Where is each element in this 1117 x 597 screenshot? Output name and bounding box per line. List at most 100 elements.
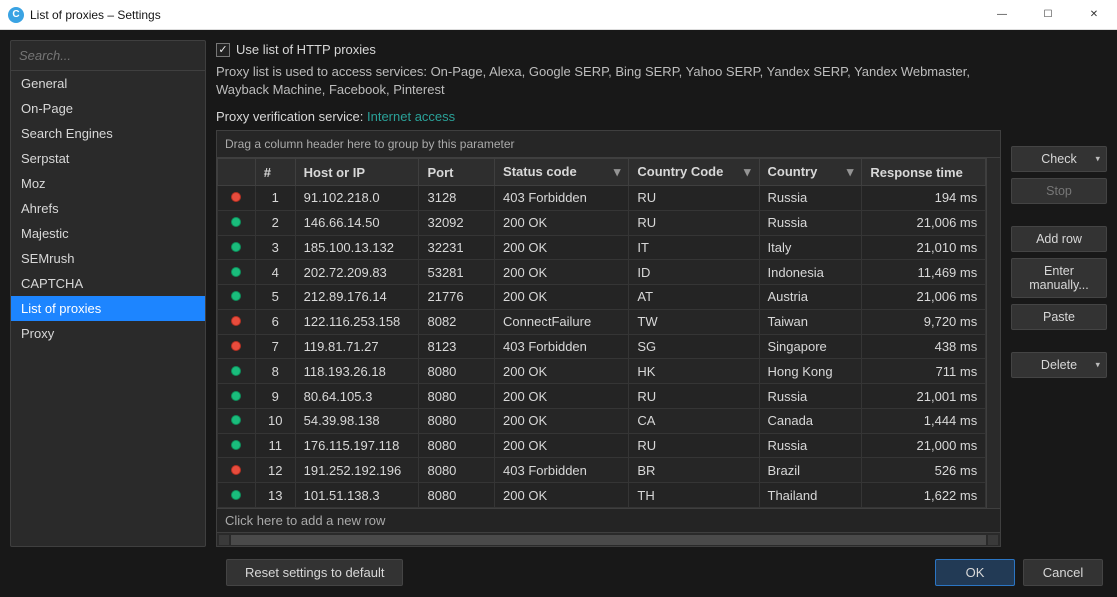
table-row[interactable]: 6122.116.253.1588082ConnectFailureTWTaiw… <box>218 309 986 334</box>
col-country-code[interactable]: Country Code▾ <box>629 159 759 186</box>
col-status-code[interactable]: Status code▾ <box>495 159 629 186</box>
cell-response-time: 21,000 ms <box>862 433 986 458</box>
col-status-dot[interactable] <box>218 159 256 186</box>
col-port[interactable]: Port <box>419 159 495 186</box>
cell-country-code: AT <box>629 285 759 310</box>
cell-status: 200 OK <box>495 235 629 260</box>
settings-sidebar: GeneralOn-PageSearch EnginesSerpstatMozA… <box>10 40 206 547</box>
status-dot-icon <box>231 192 241 202</box>
col-response-time[interactable]: Response time <box>862 159 986 186</box>
cell-country-code: RU <box>629 384 759 409</box>
col-country[interactable]: Country▾ <box>759 159 862 186</box>
search-input[interactable] <box>19 45 197 66</box>
close-button[interactable]: ✕ <box>1071 0 1117 30</box>
status-dot-icon <box>231 291 241 301</box>
cell-port: 8123 <box>419 334 495 359</box>
verify-service-link[interactable]: Internet access <box>367 109 455 124</box>
delete-button[interactable]: Delete▾ <box>1011 352 1107 378</box>
cell-port: 32092 <box>419 210 495 235</box>
sidebar-item-semrush[interactable]: SEMrush <box>11 246 205 271</box>
cell-country-code: TH <box>629 483 759 508</box>
sidebar-item-ahrefs[interactable]: Ahrefs <box>11 196 205 221</box>
horizontal-scrollbar[interactable] <box>217 532 1000 546</box>
maximize-button[interactable]: ☐ <box>1025 0 1071 30</box>
cancel-button[interactable]: Cancel <box>1023 559 1103 586</box>
cell-response-time: 1,444 ms <box>862 408 986 433</box>
group-by-bar[interactable]: Drag a column header here to group by th… <box>217 131 1000 158</box>
cell-index: 11 <box>255 433 295 458</box>
cell-country-code: CA <box>629 408 759 433</box>
cell-port: 8082 <box>419 309 495 334</box>
use-proxy-list-checkbox[interactable]: ✓ <box>216 43 230 57</box>
table-row[interactable]: 980.64.105.38080200 OKRURussia21,001 ms <box>218 384 986 409</box>
add-row-button[interactable]: Add row <box>1011 226 1107 252</box>
ok-button[interactable]: OK <box>935 559 1015 586</box>
status-dot-icon <box>231 341 241 351</box>
enter-manually-button[interactable]: Enter manually... <box>1011 258 1107 298</box>
table-row[interactable]: 8118.193.26.188080200 OKHKHong Kong711 m… <box>218 359 986 384</box>
window-title: List of proxies – Settings <box>30 8 161 22</box>
cell-country-code: ID <box>629 260 759 285</box>
add-row-inline[interactable]: Click here to add a new row <box>217 508 1000 532</box>
chevron-down-icon: ▾ <box>1095 154 1100 165</box>
sidebar-item-list-of-proxies[interactable]: List of proxies <box>11 296 205 321</box>
table-row[interactable]: 13101.51.138.38080200 OKTHThailand1,622 … <box>218 483 986 508</box>
cell-country: Canada <box>759 408 862 433</box>
cell-port: 8080 <box>419 408 495 433</box>
col-host[interactable]: Host or IP <box>295 159 419 186</box>
table-row[interactable]: 3185.100.13.13232231200 OKITItaly21,010 … <box>218 235 986 260</box>
cell-status: 200 OK <box>495 260 629 285</box>
table-row[interactable]: 4202.72.209.8353281200 OKIDIndonesia11,4… <box>218 260 986 285</box>
sidebar-item-search-engines[interactable]: Search Engines <box>11 121 205 146</box>
status-dot-icon <box>231 217 241 227</box>
sidebar-search[interactable] <box>11 41 205 71</box>
sidebar-item-majestic[interactable]: Majestic <box>11 221 205 246</box>
cell-status: 200 OK <box>495 285 629 310</box>
col-index[interactable]: # <box>255 159 295 186</box>
sidebar-item-general[interactable]: General <box>11 71 205 96</box>
cell-response-time: 11,469 ms <box>862 260 986 285</box>
cell-port: 8080 <box>419 359 495 384</box>
status-dot-icon <box>231 366 241 376</box>
status-dot-icon <box>231 465 241 475</box>
filter-icon[interactable]: ▾ <box>744 164 751 180</box>
table-row[interactable]: 5212.89.176.1421776200 OKATAustria21,006… <box>218 285 986 310</box>
filter-icon[interactable]: ▾ <box>614 164 621 180</box>
cell-status: 200 OK <box>495 433 629 458</box>
vertical-scrollbar[interactable] <box>986 158 1000 508</box>
dialog-footer: Reset settings to default OK Cancel <box>0 557 1117 597</box>
cell-host: 54.39.98.138 <box>295 408 419 433</box>
cell-country: Brazil <box>759 458 862 483</box>
cell-host: 212.89.176.14 <box>295 285 419 310</box>
cell-index: 2 <box>255 210 295 235</box>
cell-status: 200 OK <box>495 359 629 384</box>
table-row[interactable]: 191.102.218.03128403 ForbiddenRURussia19… <box>218 186 986 211</box>
sidebar-item-on-page[interactable]: On-Page <box>11 96 205 121</box>
table-row[interactable]: 1054.39.98.1388080200 OKCACanada1,444 ms <box>218 408 986 433</box>
paste-button[interactable]: Paste <box>1011 304 1107 330</box>
table-row[interactable]: 11176.115.197.1188080200 OKRURussia21,00… <box>218 433 986 458</box>
proxy-table[interactable]: # Host or IP Port Status code▾ Country C… <box>217 158 986 508</box>
minimize-button[interactable]: — <box>979 0 1025 30</box>
cell-country: Hong Kong <box>759 359 862 384</box>
sidebar-item-serpstat[interactable]: Serpstat <box>11 146 205 171</box>
sidebar-item-proxy[interactable]: Proxy <box>11 321 205 346</box>
sidebar-item-moz[interactable]: Moz <box>11 171 205 196</box>
table-row[interactable]: 12191.252.192.1968080403 ForbiddenBRBraz… <box>218 458 986 483</box>
cell-country: Singapore <box>759 334 862 359</box>
filter-icon[interactable]: ▾ <box>847 164 854 180</box>
cell-status: 403 Forbidden <box>495 186 629 211</box>
table-row[interactable]: 2146.66.14.5032092200 OKRURussia21,006 m… <box>218 210 986 235</box>
check-button[interactable]: Check▾ <box>1011 146 1107 172</box>
cell-response-time: 21,006 ms <box>862 285 986 310</box>
stop-button[interactable]: Stop <box>1011 178 1107 204</box>
cell-country: Austria <box>759 285 862 310</box>
status-dot-icon <box>231 391 241 401</box>
cell-response-time: 194 ms <box>862 186 986 211</box>
cell-response-time: 711 ms <box>862 359 986 384</box>
cell-host: 80.64.105.3 <box>295 384 419 409</box>
table-row[interactable]: 7119.81.71.278123403 ForbiddenSGSingapor… <box>218 334 986 359</box>
sidebar-item-captcha[interactable]: CAPTCHA <box>11 271 205 296</box>
cell-status: ConnectFailure <box>495 309 629 334</box>
reset-settings-button[interactable]: Reset settings to default <box>226 559 403 586</box>
